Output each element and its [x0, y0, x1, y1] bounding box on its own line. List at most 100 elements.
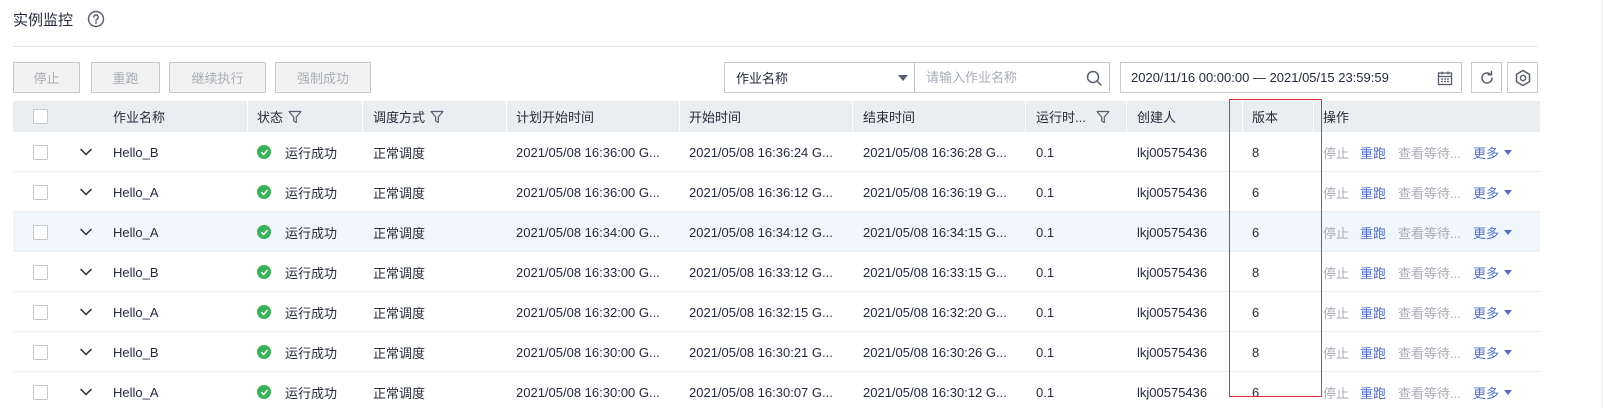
op-more-label: 更多	[1473, 305, 1500, 321]
row-checkbox[interactable]	[33, 292, 48, 332]
op-stop-link[interactable]: 停止	[1323, 212, 1349, 252]
op-more-dropdown[interactable]: 更多	[1473, 372, 1513, 408]
plan-start-time: 2021/05/08 16:36:00 G...	[516, 184, 660, 200]
table-row[interactable]: Hello_B 运行成功 正常调度 2021/05/08 16:33:00 G... 2…	[13, 252, 1540, 292]
force-success-button[interactable]: 强制成功	[275, 62, 371, 93]
op-rerun-link[interactable]: 重跑	[1360, 292, 1386, 332]
status-cell: 运行成功	[257, 372, 337, 408]
op-view-wait-link[interactable]: 查看等待...	[1398, 292, 1461, 332]
table-row[interactable]: Hello_A 运行成功 正常调度 2021/05/08 16:30:00 G... 2…	[13, 372, 1540, 408]
start-time: 2021/05/08 16:30:07 G...	[689, 384, 833, 400]
stop-button[interactable]: 停止	[13, 62, 80, 93]
table-row[interactable]: Hello_A 运行成功 正常调度 2021/05/08 16:32:00 G... 2…	[13, 292, 1540, 332]
row-checkbox[interactable]	[33, 172, 48, 212]
calendar-icon	[1429, 70, 1461, 86]
row-checkbox[interactable]	[33, 372, 48, 408]
op-view-wait-link[interactable]: 查看等待...	[1398, 172, 1461, 212]
col-name: 作业名称	[113, 110, 166, 125]
op-stop-link[interactable]: 停止	[1323, 372, 1349, 408]
row-checkbox[interactable]	[33, 332, 48, 372]
status-text: 运行成功	[285, 225, 338, 241]
col-status: 状态	[257, 101, 302, 132]
op-view-wait-link[interactable]: 查看等待...	[1398, 332, 1461, 372]
row-checkbox[interactable]	[33, 252, 48, 292]
expand-chevron-icon[interactable]	[80, 212, 92, 252]
op-more-dropdown[interactable]: 更多	[1473, 132, 1513, 172]
op-more-dropdown[interactable]: 更多	[1473, 212, 1513, 252]
expand-chevron-icon[interactable]	[80, 332, 92, 372]
check-icon	[257, 305, 271, 319]
col-version: 版本	[1252, 110, 1279, 125]
filter-icon[interactable]	[430, 110, 444, 124]
filter-field-value: 作业名称	[736, 71, 789, 86]
status-cell: 运行成功	[257, 332, 337, 372]
start-time: 2021/05/08 16:36:12 G...	[689, 184, 833, 200]
refresh-icon	[1479, 70, 1495, 86]
col-status-label: 状态	[257, 110, 284, 125]
op-rerun-link[interactable]: 重跑	[1360, 212, 1386, 252]
op-more-dropdown[interactable]: 更多	[1473, 252, 1513, 292]
check-icon	[257, 225, 271, 239]
expand-chevron-icon[interactable]	[80, 252, 92, 292]
op-stop-link[interactable]: 停止	[1323, 252, 1349, 292]
status-cell: 运行成功	[257, 132, 337, 172]
status-text: 运行成功	[285, 385, 338, 401]
table-row[interactable]: Hello_B 运行成功 正常调度 2021/05/08 16:36:00 G... 2…	[13, 132, 1540, 172]
search-icon[interactable]	[1079, 70, 1109, 86]
filter-field-select[interactable]: 作业名称	[724, 62, 915, 93]
continue-button[interactable]: 继续执行	[169, 62, 266, 93]
table-row[interactable]: Hello_B 运行成功 正常调度 2021/05/08 16:30:00 G... 2…	[13, 332, 1540, 372]
op-view-wait-link[interactable]: 查看等待...	[1398, 132, 1461, 172]
col-creator: 创建人	[1137, 110, 1177, 125]
table-row[interactable]: Hello_A 运行成功 正常调度 2021/05/08 16:36:00 G... 2…	[13, 172, 1540, 212]
expand-chevron-icon[interactable]	[80, 172, 92, 212]
expand-chevron-icon[interactable]	[80, 292, 92, 332]
job-name: Hello_A	[113, 184, 159, 200]
op-rerun-link[interactable]: 重跑	[1360, 252, 1386, 292]
op-stop-link[interactable]: 停止	[1323, 332, 1349, 372]
col-schedule-label: 调度方式	[373, 110, 426, 125]
version: 6	[1252, 304, 1260, 320]
date-range-picker[interactable]: 2020/11/16 00:00:00 — 2021/05/15 23:59:5…	[1120, 62, 1462, 93]
op-stop-link[interactable]: 停止	[1323, 132, 1349, 172]
job-name: Hello_B	[113, 344, 159, 360]
filter-icon[interactable]	[1096, 110, 1110, 124]
start-time: 2021/05/08 16:33:12 G...	[689, 264, 833, 280]
select-all-checkbox[interactable]	[33, 101, 48, 132]
job-name: Hello_A	[113, 224, 159, 240]
op-rerun-link[interactable]: 重跑	[1360, 172, 1386, 212]
op-more-dropdown[interactable]: 更多	[1473, 292, 1513, 332]
filter-icon[interactable]	[288, 110, 302, 124]
search-input[interactable]	[926, 70, 1079, 85]
settings-button[interactable]	[1507, 62, 1538, 93]
op-stop-link[interactable]: 停止	[1323, 172, 1349, 212]
op-stop-link[interactable]: 停止	[1323, 292, 1349, 332]
expand-chevron-icon[interactable]	[80, 372, 92, 408]
end-time: 2021/05/08 16:36:19 G...	[863, 184, 1007, 200]
expand-chevron-icon[interactable]	[80, 132, 92, 172]
runtime: 0.1	[1036, 224, 1055, 240]
op-more-dropdown[interactable]: 更多	[1473, 332, 1513, 372]
rerun-button[interactable]: 重跑	[91, 62, 160, 93]
help-icon[interactable]	[87, 10, 105, 28]
op-rerun-link[interactable]: 重跑	[1360, 132, 1386, 172]
refresh-button[interactable]	[1471, 62, 1502, 93]
op-rerun-link[interactable]: 重跑	[1360, 372, 1386, 408]
schedule-type: 正常调度	[373, 345, 426, 361]
table-row[interactable]: Hello_A 运行成功 正常调度 2021/05/08 16:34:00 G... 2…	[13, 212, 1540, 252]
job-name: Hello_A	[113, 384, 159, 400]
op-view-wait-link[interactable]: 查看等待...	[1398, 372, 1461, 408]
op-rerun-link[interactable]: 重跑	[1360, 332, 1386, 372]
row-checkbox[interactable]	[33, 132, 48, 172]
op-more-dropdown[interactable]: 更多	[1473, 172, 1513, 212]
status-text: 运行成功	[285, 345, 338, 361]
start-time: 2021/05/08 16:32:15 G...	[689, 304, 833, 320]
schedule-type: 正常调度	[373, 145, 426, 161]
version: 6	[1252, 184, 1260, 200]
op-view-wait-link[interactable]: 查看等待...	[1398, 252, 1461, 292]
row-checkbox[interactable]	[33, 212, 48, 252]
caret-down-icon	[1504, 349, 1513, 355]
op-view-wait-link[interactable]: 查看等待...	[1398, 212, 1461, 252]
check-icon	[257, 185, 271, 199]
version: 8	[1252, 264, 1260, 280]
